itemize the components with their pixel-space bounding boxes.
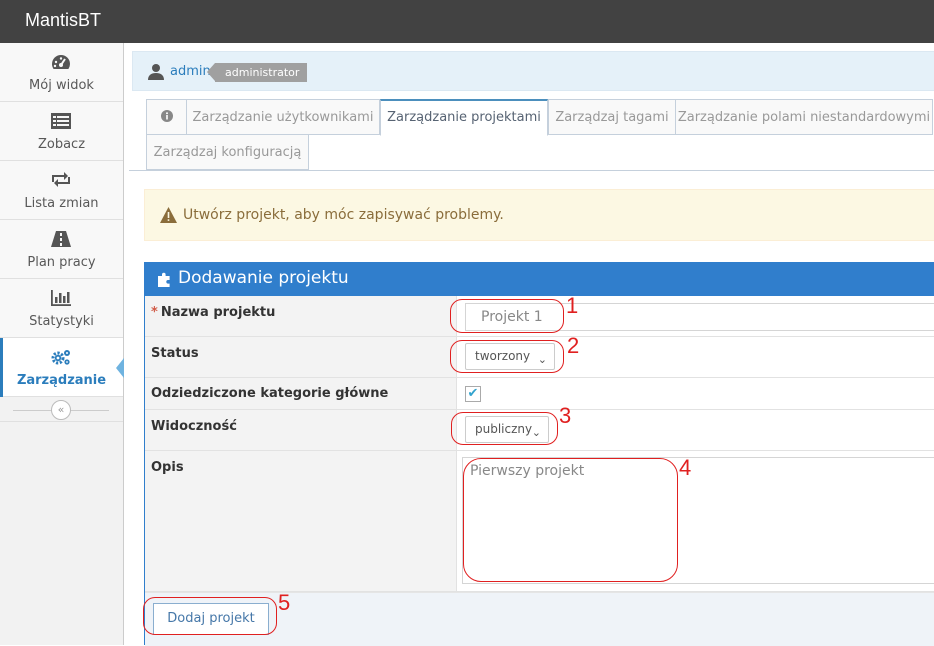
label-cell: Opis bbox=[145, 451, 457, 591]
sidebar-item-label: Zobacz bbox=[37, 137, 86, 152]
chevron-down-icon: ⌄ bbox=[531, 426, 541, 439]
visibility-label: Widoczność bbox=[151, 419, 237, 434]
label-cell: Widoczność bbox=[145, 410, 457, 450]
breadcrumb: admin administrator bbox=[132, 51, 934, 91]
management-tabs: Zarządzanie użytkownikami Zarządzanie pr… bbox=[129, 99, 934, 171]
status-label: Status bbox=[151, 346, 199, 361]
row-visibility: Widoczność publiczny ⌄ bbox=[145, 410, 934, 451]
gears-icon bbox=[51, 350, 70, 365]
form-footer: Dodaj projekt bbox=[145, 592, 934, 646]
double-chevron-left-icon[interactable]: « bbox=[51, 400, 71, 420]
sidebar-item-my-view[interactable]: Mój widok bbox=[0, 43, 123, 102]
annotation-number-3: 3 bbox=[559, 403, 572, 428]
tab-manage-config[interactable]: Zarządzaj konfiguracją bbox=[146, 134, 309, 170]
label-cell: Status bbox=[145, 337, 457, 377]
bar-chart-icon bbox=[51, 290, 71, 306]
inherit-categories-checkbox[interactable]: ✔ bbox=[465, 386, 481, 402]
description-textarea[interactable]: Pierwszy projekt bbox=[462, 457, 934, 584]
status-select-value: tworzony bbox=[475, 349, 531, 363]
sidebar-item-label: Zarządzanie bbox=[16, 373, 107, 388]
alert-message: Utwórz projekt, aby móc zapisywać proble… bbox=[183, 207, 504, 223]
visibility-select[interactable]: publiczny ⌄ bbox=[465, 416, 549, 443]
info-icon bbox=[160, 110, 173, 122]
status-select[interactable]: tworzony ⌄ bbox=[465, 343, 555, 370]
row-inherit-categories: Odziedziczone kategorie główne ✔ bbox=[145, 378, 934, 410]
project-name-label-text: Nazwa projektu bbox=[160, 305, 276, 320]
sidebar-item-manage[interactable]: Zarządzanie bbox=[0, 338, 124, 397]
sidebar-item-changelog[interactable]: Lista zmian bbox=[0, 161, 123, 220]
brand-logo[interactable]: MantisBT bbox=[25, 10, 101, 31]
value-cell: tworzony ⌄ bbox=[457, 337, 934, 377]
description-label: Opis bbox=[151, 460, 184, 475]
role-badge: administrator bbox=[206, 63, 308, 82]
required-mark: * bbox=[151, 305, 158, 320]
dashboard-icon bbox=[52, 55, 70, 69]
form-header: Dodawanie projektu bbox=[145, 263, 934, 296]
sidebar-item-label: Plan pracy bbox=[27, 255, 96, 270]
add-project-button[interactable]: Dodaj projekt bbox=[153, 603, 269, 635]
annotation-number-2: 2 bbox=[567, 333, 580, 358]
puzzle-icon bbox=[158, 272, 170, 287]
tab-manage-custom-fields[interactable]: Zarządzanie polami niestandardowymi bbox=[675, 99, 933, 135]
label-cell: * Nazwa projektu bbox=[145, 296, 457, 336]
tab-info[interactable] bbox=[146, 99, 187, 135]
warning-icon bbox=[160, 207, 177, 223]
tab-manage-tags[interactable]: Zarządzaj tagami bbox=[548, 99, 676, 135]
inherit-categories-label: Odziedziczone kategorie główne bbox=[151, 386, 389, 401]
form-title: Dodawanie projektu bbox=[178, 268, 349, 288]
visibility-select-value: publiczny bbox=[475, 422, 533, 436]
retweet-icon bbox=[52, 172, 70, 187]
annotation-number-5: 5 bbox=[278, 590, 291, 615]
sidebar-item-roadmap[interactable]: Plan pracy bbox=[0, 220, 123, 279]
annotation-number-1: 1 bbox=[566, 293, 579, 318]
add-project-form: Dodawanie projektu * Nazwa projektu Proje… bbox=[144, 262, 934, 646]
label-cell: Odziedziczone kategorie główne bbox=[145, 378, 457, 409]
row-status: Status tworzony ⌄ bbox=[145, 337, 934, 378]
project-name-input[interactable]: Projekt 1 bbox=[465, 303, 934, 331]
sidebar: Mój widok Zobacz Lista zmian Plan pracy … bbox=[0, 43, 124, 645]
sidebar-item-view[interactable]: Zobacz bbox=[0, 102, 123, 161]
user-link[interactable]: admin bbox=[170, 64, 211, 79]
sidebar-item-label: Lista zmian bbox=[24, 196, 99, 211]
sidebar-item-label: Statystyki bbox=[29, 314, 94, 329]
row-description: Opis Pierwszy projekt bbox=[145, 451, 934, 592]
sidebar-item-label: Mój widok bbox=[29, 78, 94, 93]
value-cell: ✔ bbox=[457, 378, 934, 409]
navbar: MantisBT bbox=[0, 0, 934, 43]
tab-manage-projects[interactable]: Zarządzanie projektami bbox=[380, 99, 548, 136]
road-icon bbox=[51, 231, 71, 247]
value-cell: publiczny ⌄ bbox=[457, 410, 934, 450]
row-project-name: * Nazwa projektu Projekt 1 bbox=[145, 296, 934, 337]
chevron-down-icon: ⌄ bbox=[537, 353, 547, 366]
project-name-label: * Nazwa projektu bbox=[151, 305, 275, 320]
sidebar-item-statistics[interactable]: Statystyki bbox=[0, 279, 123, 338]
user-icon bbox=[148, 64, 164, 80]
list-icon bbox=[51, 113, 71, 129]
value-cell: Projekt 1 bbox=[457, 296, 934, 336]
tab-manage-users[interactable]: Zarządzanie użytkownikami bbox=[186, 99, 380, 135]
sidebar-collapse: « bbox=[0, 398, 123, 422]
value-cell: Pierwszy projekt bbox=[457, 451, 934, 591]
warning-alert: Utwórz projekt, aby móc zapisywać proble… bbox=[144, 189, 934, 241]
annotation-number-4: 4 bbox=[679, 455, 692, 480]
